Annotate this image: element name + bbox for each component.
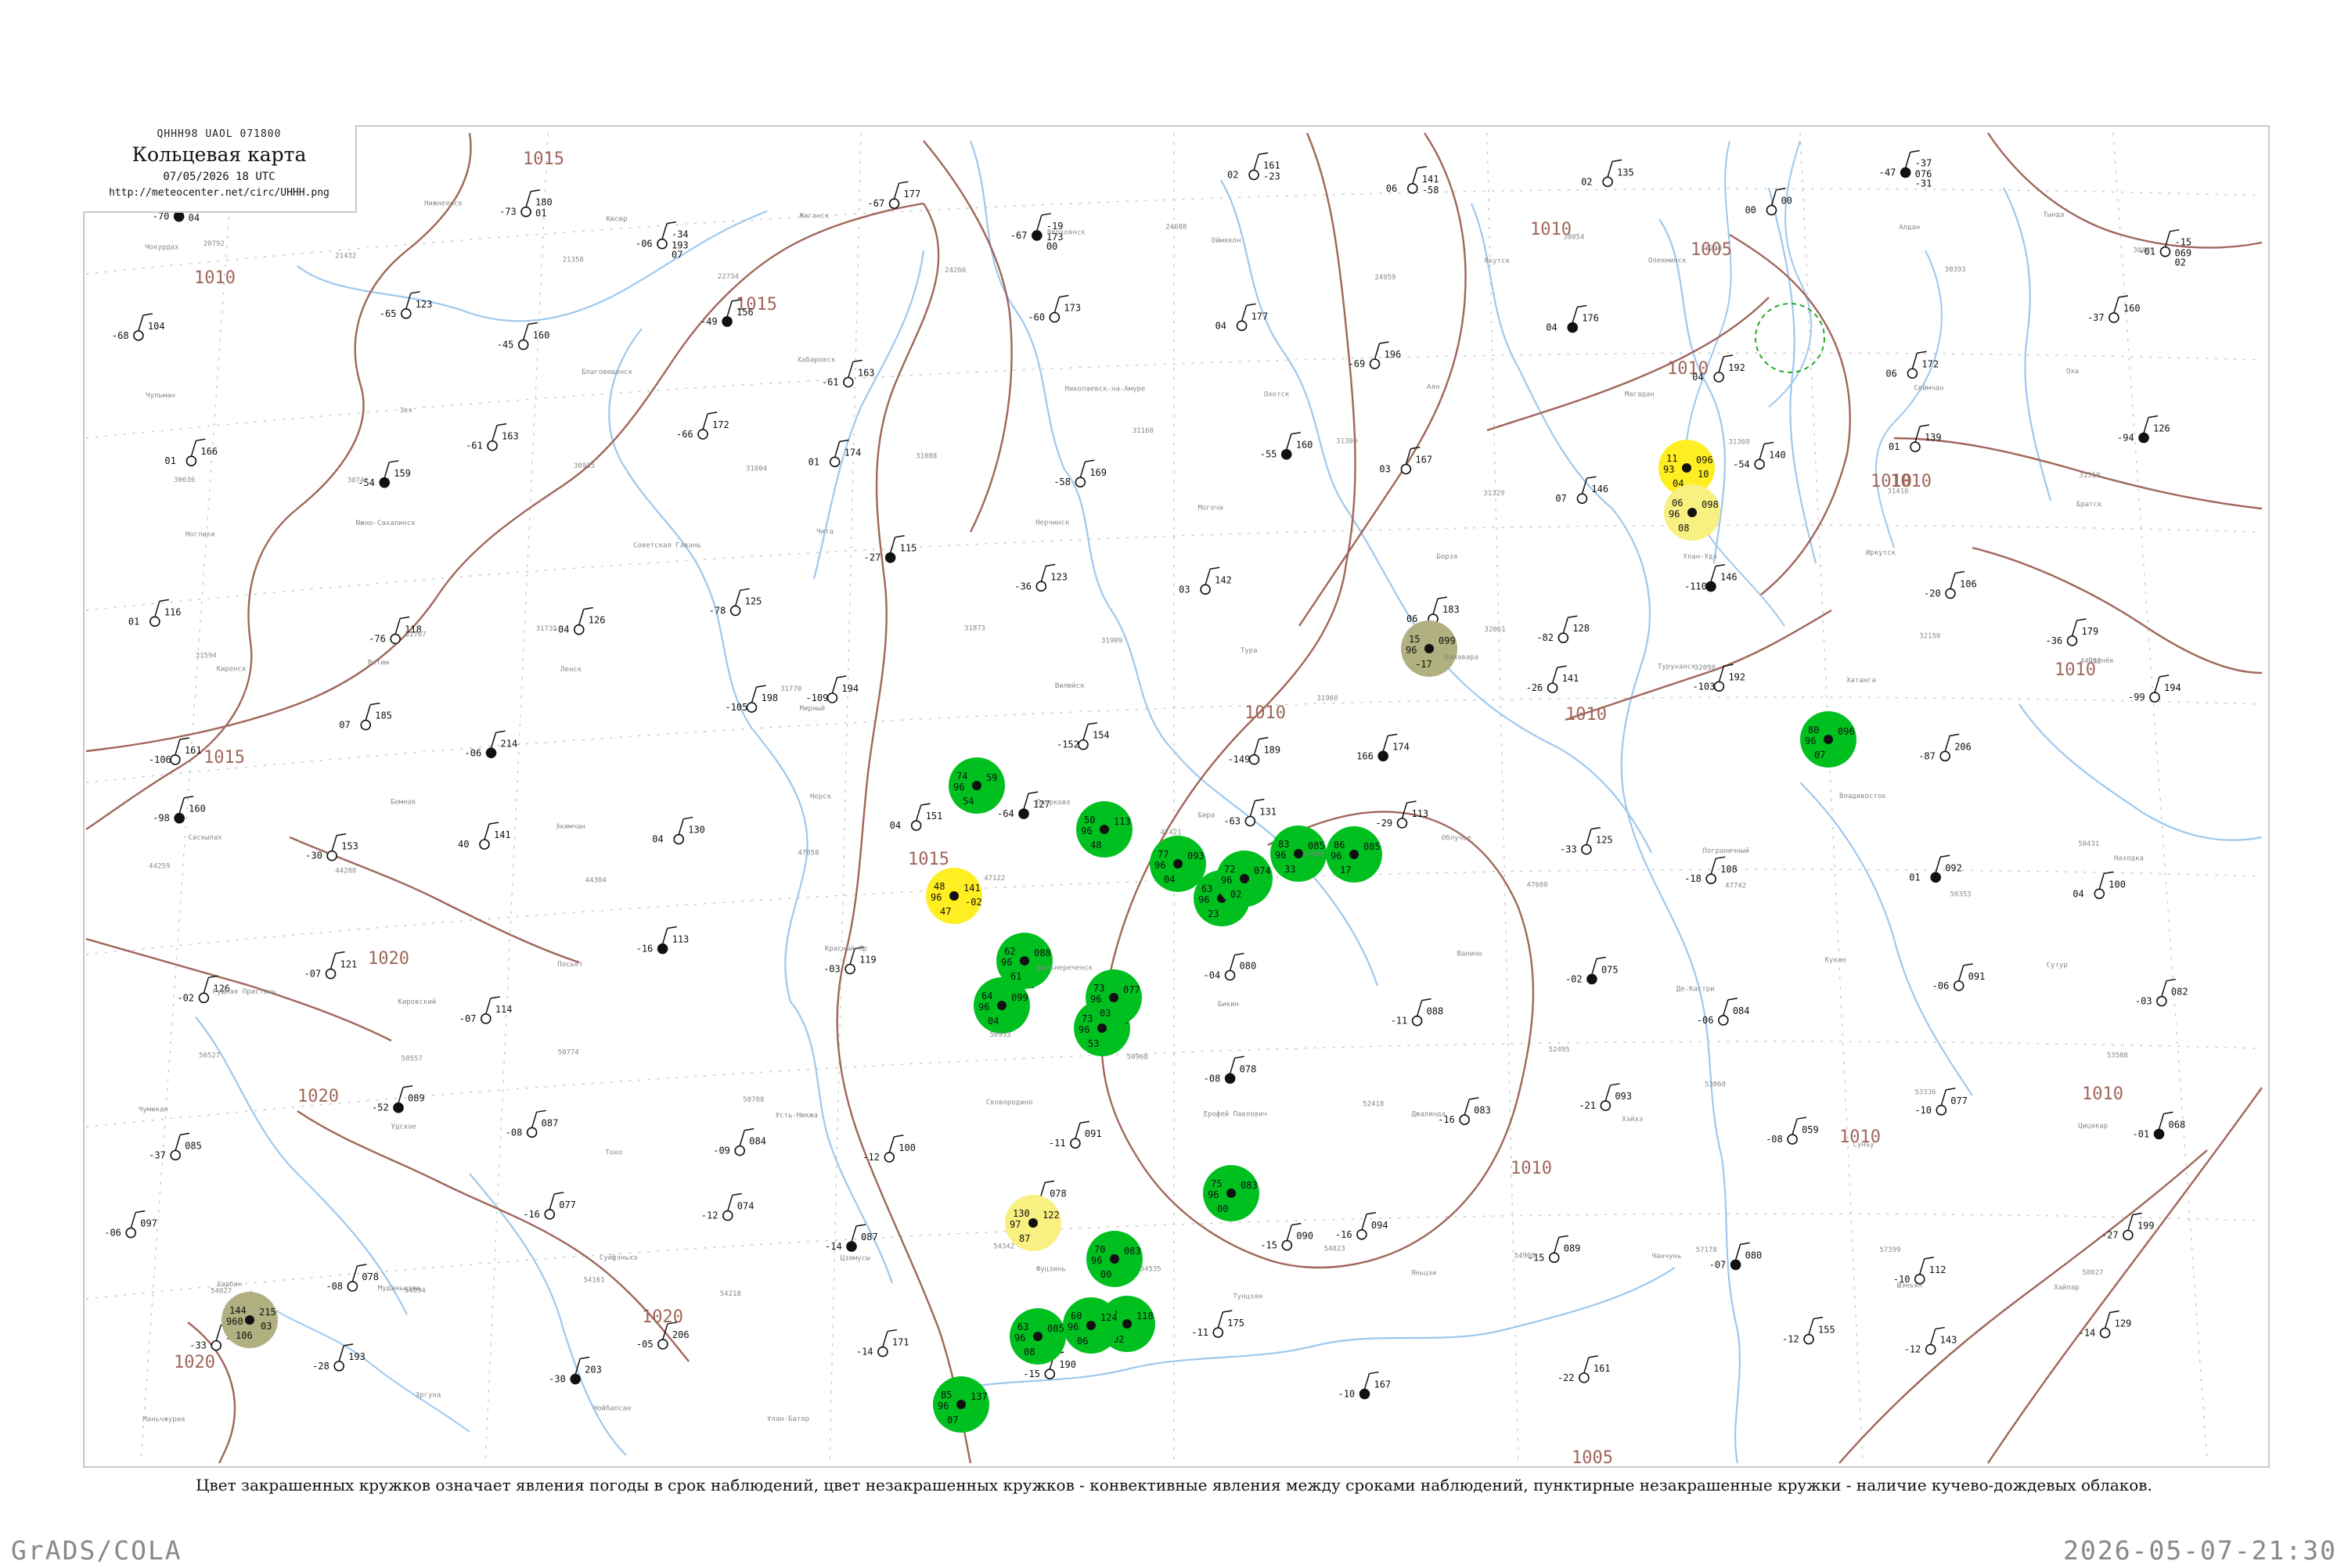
source-url: http://meteocenter.net/circ/UHHH.png (109, 187, 330, 199)
weather-map-figure: 1015 1010 1010 1015 1010 1005 1010 1010 1010 1015… (0, 0, 2348, 1566)
map-title-box: QHHH98 UAOL 071800 Кольцевая карта 07/05… (83, 125, 357, 213)
footer-software: GrADS/COLA (11, 1535, 182, 1566)
map-frame (83, 125, 2270, 1468)
map-datetime: 07/05/2026 18 UTC (163, 171, 275, 183)
map-caption: Цвет закрашенных кружков означает явлени… (196, 1476, 2152, 1494)
bulletin-code: QHHH98 UAOL 071800 (157, 128, 282, 140)
footer-timestamp: 2026-05-07-21:30 (2063, 1535, 2337, 1566)
map-title: Кольцевая карта (131, 143, 307, 166)
